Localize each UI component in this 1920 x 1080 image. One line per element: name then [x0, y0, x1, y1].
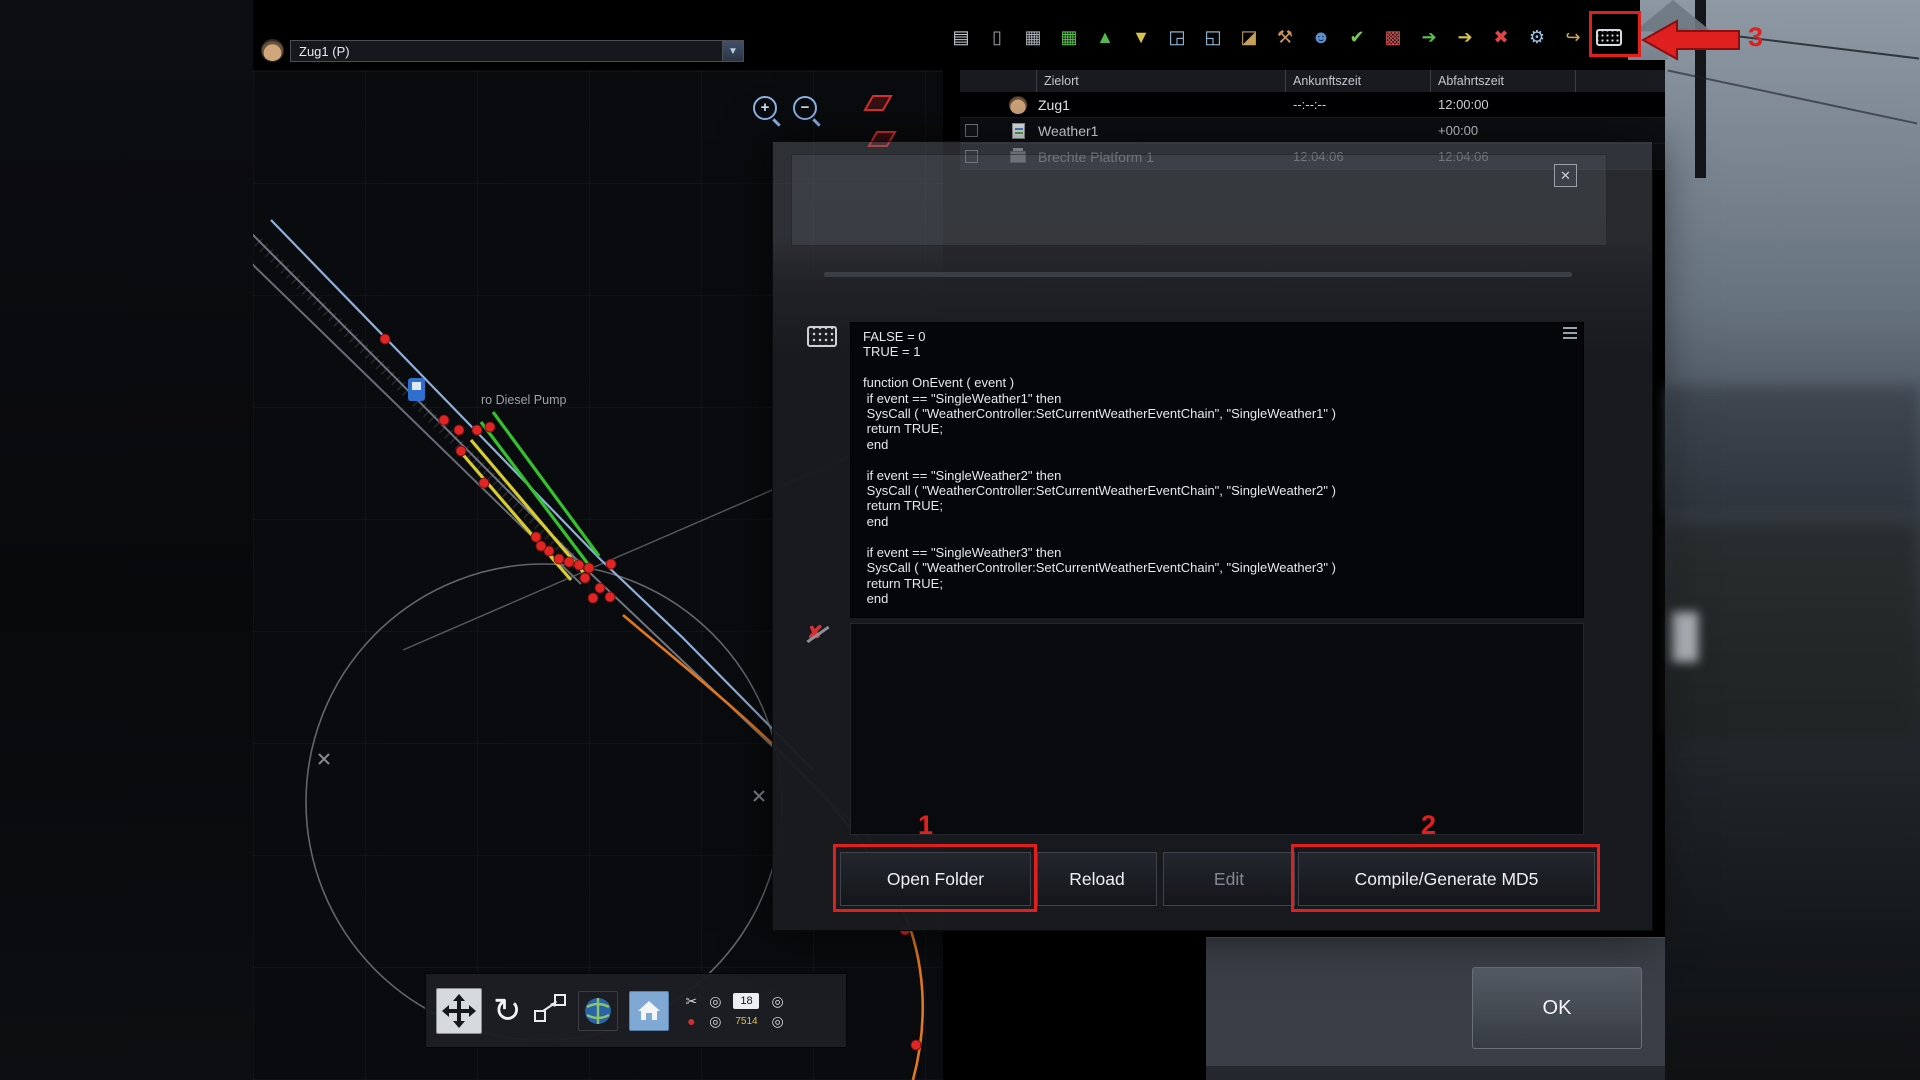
script-output-panel[interactable] — [850, 623, 1584, 835]
smooth-icon[interactable]: ◪ — [1236, 24, 1262, 50]
cut-track-icon[interactable]: ✂ — [686, 994, 698, 1008]
close-icon[interactable]: ✕ — [1554, 164, 1577, 187]
toggle-icon[interactable]: ◎ — [709, 994, 721, 1008]
header-arrival[interactable]: Ankunftszeit — [1285, 70, 1430, 92]
diesel-pump-label: ro Diesel Pump — [481, 393, 566, 407]
annotation-number-1: 1 — [918, 810, 933, 841]
raise-terrain-icon[interactable]: ▲ — [1092, 24, 1118, 50]
cancel-route-icon[interactable]: ✖ — [1488, 24, 1514, 50]
annotation-number-3: 3 — [1748, 22, 1763, 53]
header-spacer — [960, 70, 1036, 92]
row-destination: Weather1 — [1036, 123, 1285, 139]
row-departure-time: 12:00:00 — [1430, 97, 1575, 112]
annotation-box-2 — [1291, 844, 1600, 912]
rotate-icon[interactable]: ↻ — [493, 988, 522, 1034]
monitor-raise-icon[interactable]: ◲ — [1164, 24, 1190, 50]
exit-icon[interactable]: ↪ — [1560, 24, 1586, 50]
eep-editor-screen: { "window": { "dropdown_value": "Zug1 (P… — [0, 0, 1920, 1080]
home-icon[interactable] — [629, 991, 669, 1031]
grid-size-field[interactable]: 18 — [733, 993, 759, 1009]
signal-marker-icon[interactable]: ● — [687, 1014, 695, 1028]
dialog-header-panel — [791, 154, 1607, 246]
track-end-marker — [319, 754, 764, 801]
doc-settings-icon[interactable]: ⚙ — [1524, 24, 1550, 50]
annotation-arrow — [1641, 18, 1741, 62]
delete-icon[interactable]: ▯ — [984, 24, 1010, 50]
dimmed-scene-left — [0, 0, 253, 1080]
grid-green-icon[interactable]: ▦ — [1056, 24, 1082, 50]
row-arrival-time: --:--:-- — [1285, 97, 1430, 112]
error-marker-icon: ✘ — [807, 623, 829, 645]
signal-flag-icon[interactable] — [865, 96, 895, 146]
chevron-down-icon[interactable]: ▼ — [722, 41, 743, 61]
schedule-table-header: Zielort Ankunftszeit Abfahrtszeit — [960, 70, 1665, 92]
header-extra — [1575, 70, 1665, 92]
signature-icon[interactable]: ✔ — [1344, 24, 1370, 50]
light-spot — [1672, 612, 1698, 662]
train-select-value: Zug1 (P) — [291, 44, 722, 59]
vegetation — [1665, 520, 1920, 740]
building-silhouette — [1665, 386, 1920, 514]
toggle-icon[interactable]: ◎ — [771, 1014, 783, 1028]
annotation-box-3 — [1589, 11, 1641, 57]
move-icon[interactable] — [436, 988, 482, 1034]
main-toolbar: ▤▯▦▦▲▼◲◱◪⚒☻✔▩➔➔✖⚙↪▥ — [948, 24, 1658, 54]
object-id-label: 7514 — [735, 1016, 757, 1027]
globe-icon[interactable] — [578, 991, 618, 1031]
grid-small-icon[interactable]: ▦ — [1020, 24, 1046, 50]
texture-grid-icon[interactable]: ▩ — [1380, 24, 1406, 50]
annotation-box-1 — [833, 844, 1037, 912]
header-destination[interactable]: Zielort — [1036, 70, 1285, 92]
resize-gripper-icon[interactable] — [1563, 327, 1577, 342]
table-row[interactable]: Zug1--:--:--12:00:00 — [960, 92, 1665, 118]
toggle-icon[interactable]: ◎ — [771, 994, 783, 1008]
reload-button[interactable]: Reload — [1037, 852, 1157, 906]
map-tool-bar: ↻ ✂ ◎ 18 ◎ ● ◎ 7514 ◎ — [425, 973, 847, 1048]
zoom-in-icon[interactable]: + — [753, 96, 777, 120]
lua-script-view[interactable]: FALSE = 0 TRUE = 1 function OnEvent ( ev… — [850, 322, 1584, 618]
save-icon[interactable]: ▤ — [948, 24, 974, 50]
ok-button[interactable]: OK — [1472, 967, 1642, 1049]
toggle-icon[interactable]: ◎ — [709, 1014, 721, 1028]
zoom-out-icon[interactable]: − — [793, 96, 817, 120]
lower-terrain-icon[interactable]: ▼ — [1128, 24, 1154, 50]
contacts-icon[interactable]: ☻ — [1308, 24, 1334, 50]
confirm-panel: OK — [1206, 937, 1665, 1080]
connect-track-icon[interactable] — [533, 991, 567, 1030]
row-departure-time: +00:00 — [1430, 123, 1575, 138]
script-dialog: ✕ FALSE = 0 TRUE = 1 function OnEvent ( … — [772, 141, 1653, 931]
row-checkbox[interactable] — [965, 124, 978, 137]
diesel-pump-icon — [408, 378, 425, 401]
weather-doc-icon — [1012, 123, 1025, 139]
header-departure[interactable]: Abfahrtszeit — [1430, 70, 1575, 92]
route-icon[interactable]: ➔ — [1452, 24, 1478, 50]
broom-icon[interactable]: ⚒ — [1272, 24, 1298, 50]
edit-button[interactable]: Edit — [1163, 852, 1295, 906]
script-editor-icon — [807, 326, 837, 347]
annotation-number-2: 2 — [1421, 810, 1436, 841]
monitor-lower-icon[interactable]: ◱ — [1200, 24, 1226, 50]
train-select-dropdown[interactable]: Zug1 (P) ▼ — [290, 40, 744, 62]
train-driver-icon — [1009, 96, 1027, 114]
dialog-divider — [824, 272, 1572, 277]
route-add-icon[interactable]: ➔ — [1416, 24, 1442, 50]
row-destination: Zug1 — [1036, 97, 1285, 113]
train-driver-icon — [261, 39, 284, 62]
tool-options-grid: ✂ ◎ 18 ◎ ● ◎ 7514 ◎ — [686, 993, 784, 1028]
